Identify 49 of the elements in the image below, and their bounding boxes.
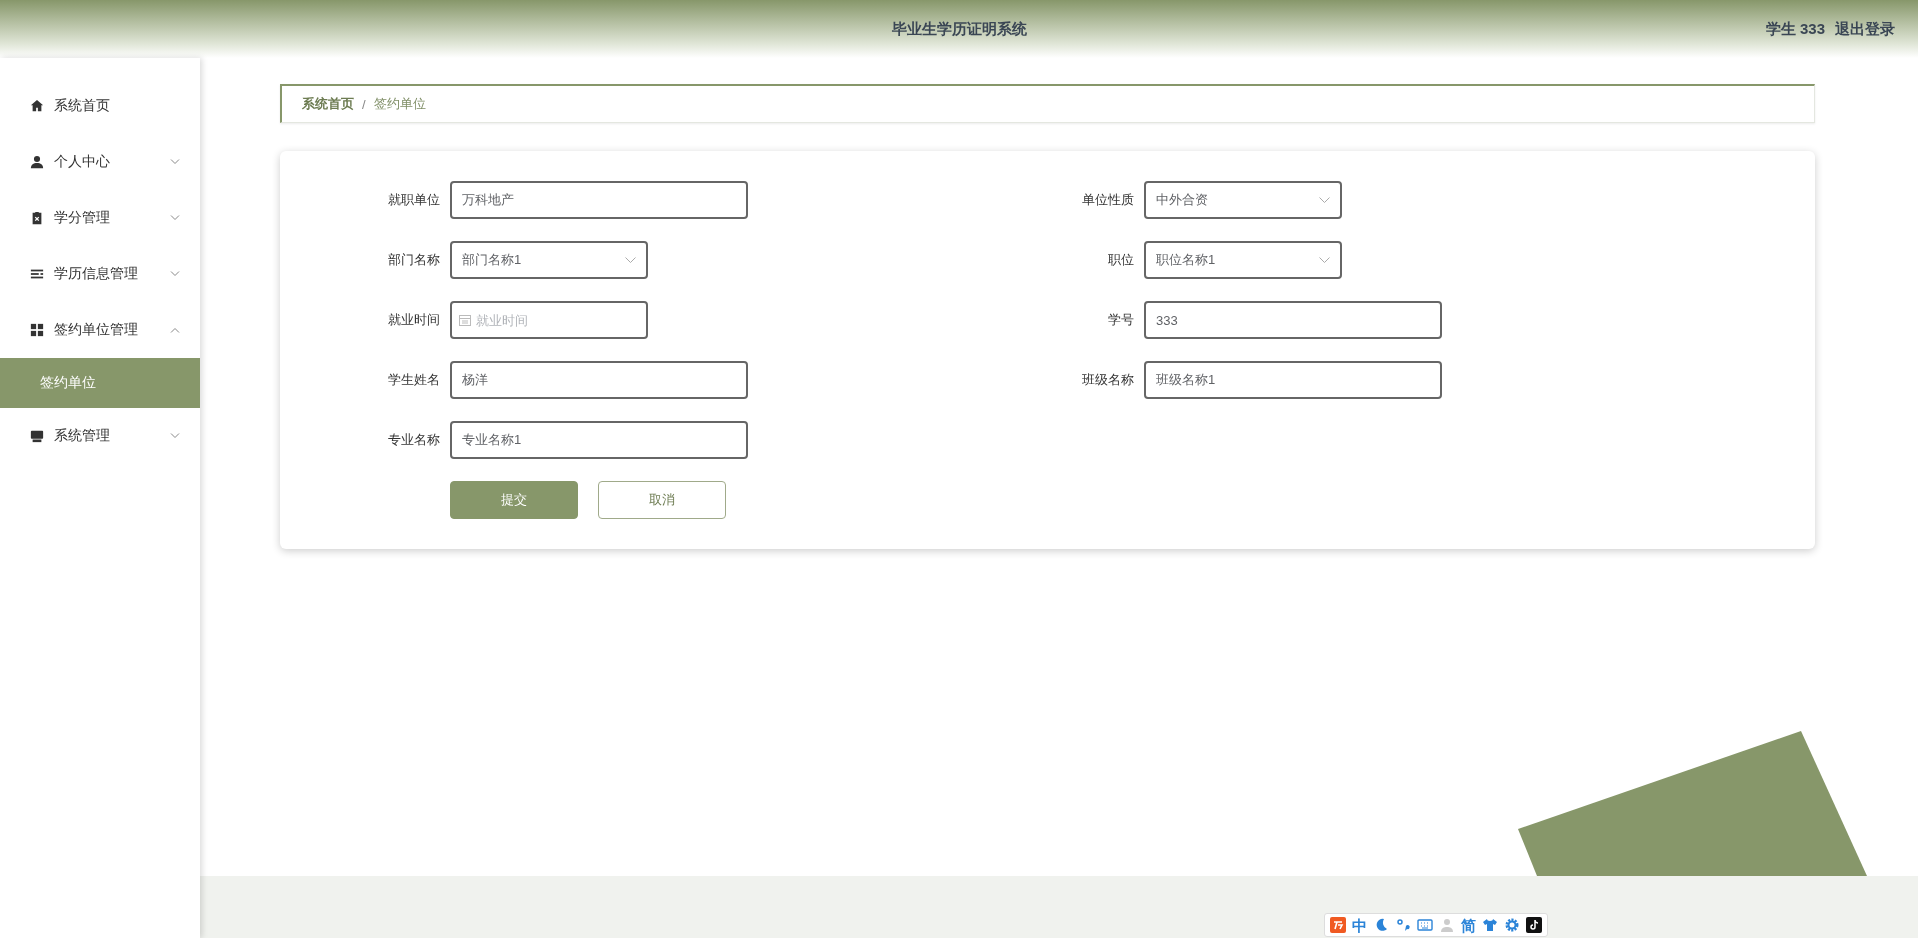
sidebar-item[interactable]: 学分管理 (0, 190, 200, 246)
user-icon (30, 155, 44, 169)
ime-mode-label[interactable]: 简 (1461, 917, 1476, 933)
list-icon (30, 267, 44, 281)
grid-icon (30, 323, 44, 337)
settings-icon[interactable] (1504, 917, 1520, 933)
shirt-icon[interactable] (1482, 917, 1498, 933)
field-label: 专业名称 (387, 431, 440, 449)
clipboard-icon (30, 211, 44, 225)
field-label: 职位 (1107, 251, 1134, 269)
field-label: 就业时间 (387, 311, 440, 329)
text-field[interactable]: 杨洋 (450, 361, 748, 399)
text-field[interactable]: 万科地产 (450, 181, 748, 219)
field-label: 班级名称 (1081, 371, 1134, 389)
sidebar-item[interactable]: 签约单位管理 (0, 302, 200, 358)
field-label: 学号 (1107, 311, 1134, 329)
chevron-down-icon (625, 257, 636, 263)
sidebar-item[interactable]: 系统管理 (0, 408, 200, 464)
field-label: 就职单位 (387, 191, 440, 209)
sidebar-item[interactable]: 学历信息管理 (0, 246, 200, 302)
field-label: 单位性质 (1081, 191, 1134, 209)
app-logo-icon[interactable] (1330, 917, 1346, 933)
text-field[interactable]: 班级名称1 (1144, 361, 1442, 399)
text-field[interactable]: 专业名称1 (450, 421, 748, 459)
punctuation-icon[interactable] (1395, 917, 1411, 933)
date-field[interactable]: 就业时间 (450, 301, 648, 339)
field-label: 部门名称 (387, 251, 440, 269)
logout-link[interactable]: 退出登录 (1835, 19, 1895, 39)
breadcrumb-separator: / (362, 96, 366, 112)
breadcrumb-item: 签约单位 (373, 95, 426, 113)
select-field[interactable]: 中外合资 (1144, 181, 1342, 219)
music-note-icon[interactable] (1526, 917, 1542, 933)
text-field[interactable]: 333 (1144, 301, 1442, 339)
ime-mode-label[interactable]: 中 (1352, 917, 1367, 933)
calendar-icon (459, 314, 471, 326)
sidebar-item[interactable]: 系统首页 (0, 78, 200, 134)
sidebar-item[interactable]: 个人中心 (0, 134, 200, 190)
home-icon (30, 99, 44, 113)
chevron-down-icon (1319, 257, 1330, 263)
select-field[interactable]: 职位名称1 (1144, 241, 1342, 279)
breadcrumb-item[interactable]: 系统首页 (302, 95, 354, 113)
system-title: 毕业生学历证明系统 (891, 19, 1027, 37)
field-label: 学生姓名 (387, 371, 440, 389)
user-name: 学生 333 (1765, 19, 1825, 39)
keyboard-icon[interactable] (1417, 917, 1433, 933)
cancel-button[interactable]: 取消 (598, 481, 726, 519)
select-field[interactable]: 部门名称1 (450, 241, 648, 279)
chevron-down-icon (1319, 197, 1330, 203)
monitor-icon (30, 429, 44, 443)
